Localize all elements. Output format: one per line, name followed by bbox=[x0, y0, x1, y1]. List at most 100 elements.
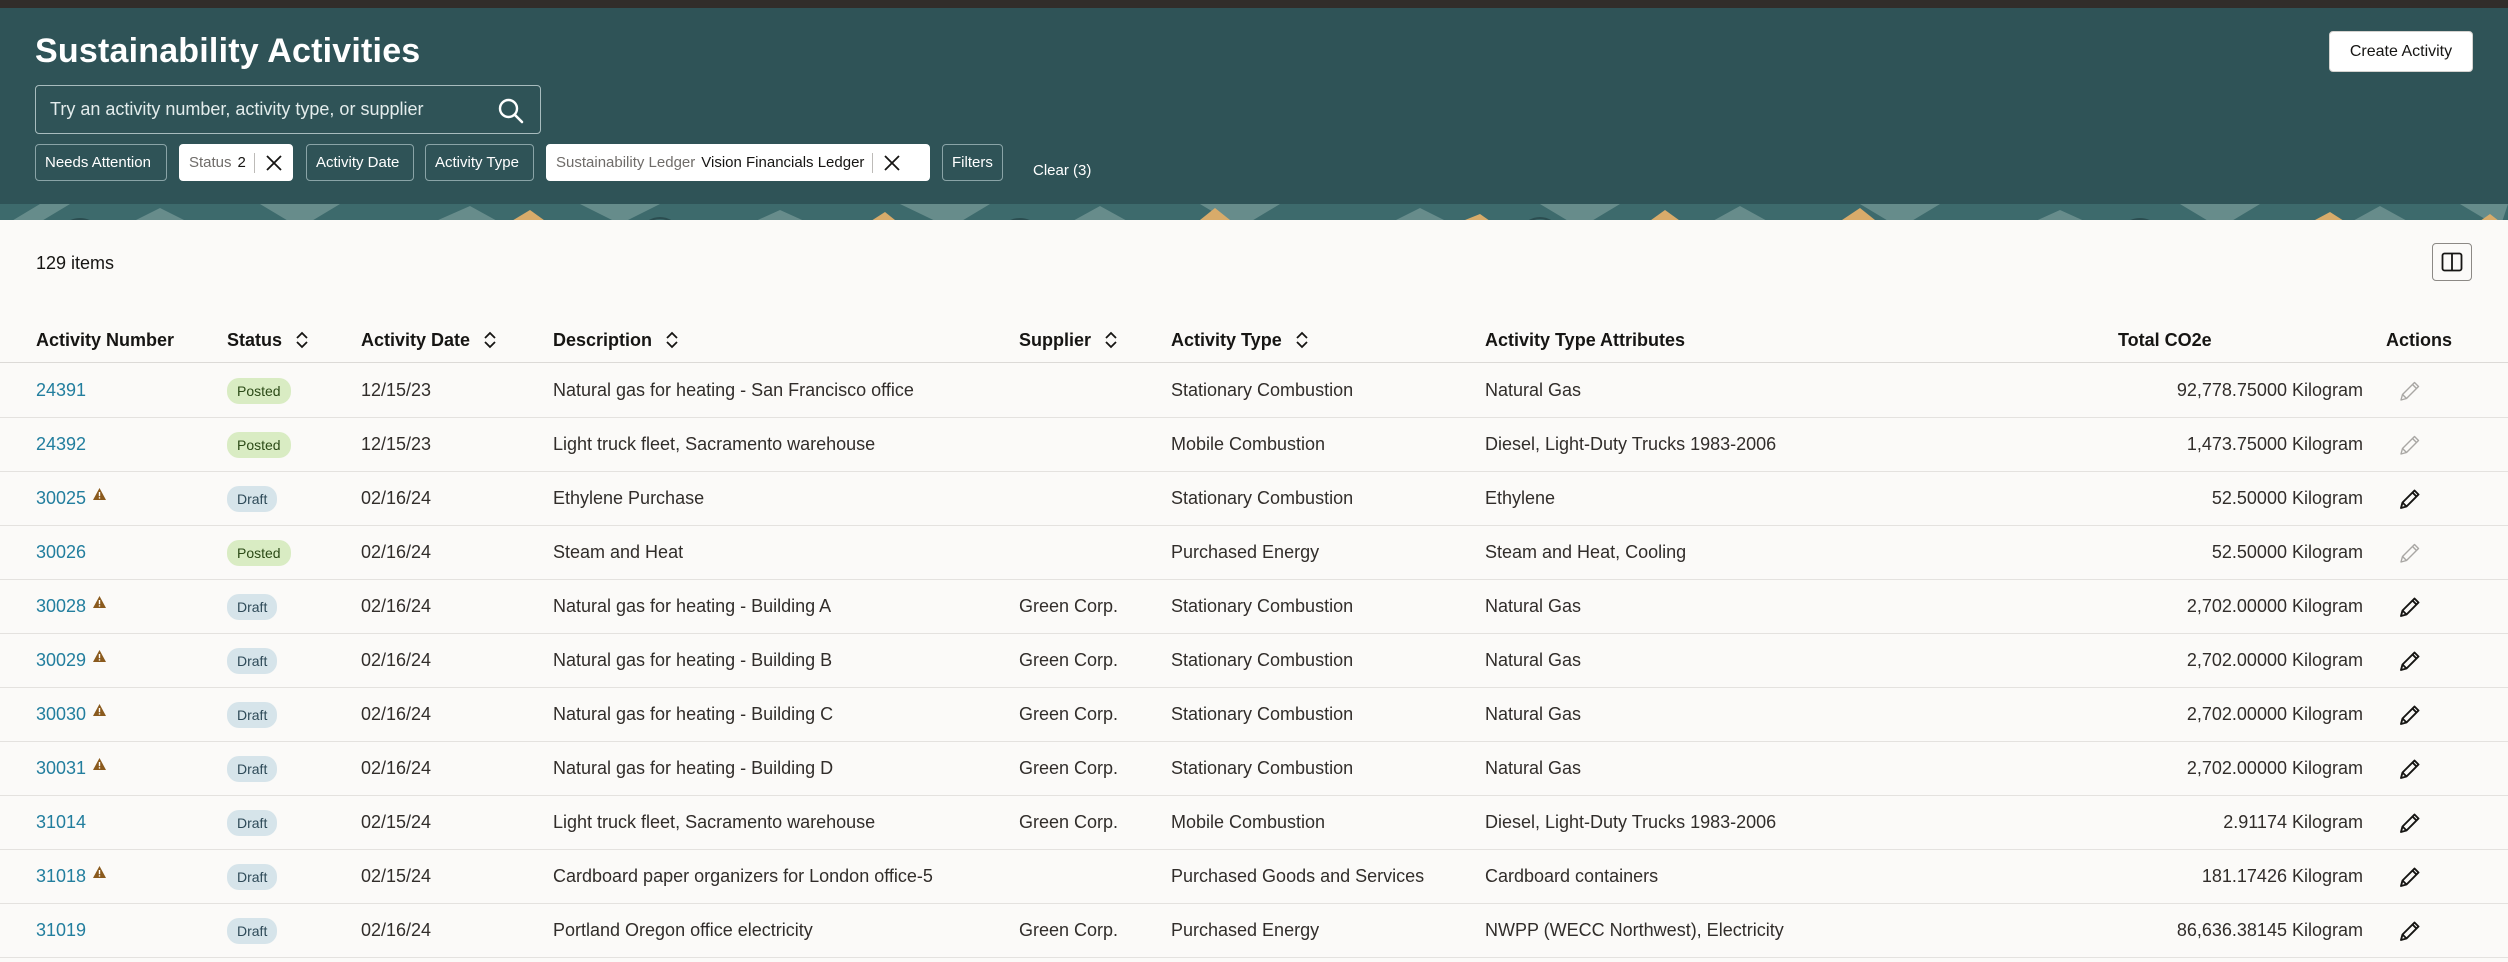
table-row[interactable]: 31014 Draft 02/15/24 Light truck fleet, Sac… bbox=[0, 796, 2508, 850]
activity-number-link[interactable]: 30029 bbox=[36, 650, 86, 671]
pencil-icon[interactable] bbox=[2397, 918, 2423, 944]
activity-type-attributes-cell: Natural Gas bbox=[1485, 380, 1582, 400]
activity-number-link[interactable]: 30026 bbox=[36, 542, 86, 563]
pencil-icon[interactable] bbox=[2397, 648, 2423, 674]
item-count: 129 items bbox=[36, 253, 115, 273]
activity-type-attributes-cell: Natural Gas bbox=[1485, 704, 1582, 724]
activity-date-cell: 02/15/24 bbox=[361, 866, 432, 886]
status-badge: Posted bbox=[227, 431, 291, 458]
search-icon[interactable] bbox=[496, 96, 526, 126]
column-header-activity-type[interactable]: Activity Type bbox=[1171, 318, 1310, 362]
description-cell: Light truck fleet, Sacramento warehouse bbox=[553, 434, 876, 454]
search-input[interactable] bbox=[50, 86, 490, 133]
description-cell: Natural gas for heating - San Francisco … bbox=[553, 380, 914, 400]
column-header-supplier[interactable]: Supplier bbox=[1019, 318, 1119, 362]
column-header-label: Activity Number bbox=[36, 329, 175, 350]
activity-number-cell: 24391 bbox=[36, 364, 86, 417]
total-co2e-cell: 2.91174 Kilogram bbox=[2223, 812, 2363, 832]
activity-date-cell: 12/15/23 bbox=[361, 380, 432, 400]
column-header-activity-number: Activity Number bbox=[36, 318, 174, 362]
table-row[interactable]: 31018 Draft 02/15/24 Cardboard paper organi… bbox=[0, 850, 2508, 904]
activity-date-filter[interactable]: Activity Date bbox=[306, 144, 414, 181]
sort-icon[interactable] bbox=[294, 331, 310, 349]
chip-divider bbox=[872, 152, 874, 173]
needs-attention-filter[interactable]: Needs Attention bbox=[35, 144, 167, 181]
activity-date-cell: 02/16/24 bbox=[361, 596, 432, 616]
pencil-icon[interactable] bbox=[2397, 540, 2423, 566]
table-row[interactable]: 30026 Posted 02/16/24 Steam and Heat Purchas… bbox=[0, 526, 2508, 580]
column-header-status[interactable]: Status bbox=[227, 318, 310, 362]
sort-icon[interactable] bbox=[664, 331, 680, 349]
activity-type-cell: Stationary Combustion bbox=[1171, 758, 1354, 778]
table-row[interactable]: 31019 Draft 02/16/24 Portland Oregon office… bbox=[0, 904, 2508, 958]
activity-date-cell: 02/15/24 bbox=[361, 812, 432, 832]
total-co2e-cell: 2,702.00000 Kilogram bbox=[2186, 650, 2363, 670]
activity-type-cell: Stationary Combustion bbox=[1171, 380, 1354, 400]
pencil-icon[interactable] bbox=[2397, 486, 2423, 512]
table-row[interactable]: 30029 Draft 02/16/24 Natural gas for heatin… bbox=[0, 634, 2508, 688]
status-cell: Draft bbox=[227, 634, 278, 687]
column-header-description[interactable]: Description bbox=[553, 318, 680, 362]
activity-number-link[interactable]: 30028 bbox=[36, 596, 86, 617]
total-co2e-cell: 181.17426 Kilogram bbox=[2201, 866, 2363, 886]
filters-button[interactable]: Filters bbox=[942, 144, 1003, 181]
needs-attention-label: Needs Attention bbox=[45, 154, 151, 171]
activity-number-link[interactable]: 31014 bbox=[36, 812, 86, 833]
activity-type-attributes-cell: Cardboard containers bbox=[1485, 866, 1659, 886]
activity-number-link[interactable]: 30025 bbox=[36, 488, 86, 509]
close-icon[interactable] bbox=[883, 154, 901, 172]
status-badge: Posted bbox=[227, 539, 291, 566]
activity-number-cell: 31019 bbox=[36, 904, 86, 957]
table-row[interactable]: 30030 Draft 02/16/24 Natural gas for heatin… bbox=[0, 688, 2508, 742]
pencil-icon[interactable] bbox=[2397, 810, 2423, 836]
column-header-label: Supplier bbox=[1019, 329, 1092, 350]
page-title: Sustainability Activities bbox=[35, 32, 421, 70]
actions-cell bbox=[2397, 418, 2423, 471]
activity-type-cell: Purchased Goods and Services bbox=[1171, 866, 1425, 886]
activity-type-attributes-cell: Diesel, Light-Duty Trucks 1983-2006 bbox=[1485, 434, 1777, 454]
activity-type-cell: Stationary Combustion bbox=[1171, 650, 1354, 670]
clear-filters-link[interactable]: Clear (3) bbox=[1033, 162, 1091, 179]
sort-icon[interactable] bbox=[1294, 331, 1310, 349]
table-row[interactable]: 30028 Draft 02/16/24 Natural gas for heatin… bbox=[0, 580, 2508, 634]
status-filter-chip[interactable]: Status 2 bbox=[179, 144, 293, 181]
total-co2e-cell: 1,473.75000 Kilogram bbox=[2186, 434, 2363, 454]
pencil-icon[interactable] bbox=[2397, 594, 2423, 620]
status-badge: Draft bbox=[227, 755, 278, 782]
pencil-icon[interactable] bbox=[2397, 756, 2423, 782]
columns-toggle-button[interactable] bbox=[2432, 243, 2472, 281]
close-icon[interactable] bbox=[265, 154, 283, 172]
activity-number-link[interactable]: 24391 bbox=[36, 380, 86, 401]
column-header-activity-date[interactable]: Activity Date bbox=[361, 318, 498, 362]
activity-type-attributes-cell: Steam and Heat, Cooling bbox=[1485, 542, 1687, 562]
pencil-icon[interactable] bbox=[2397, 432, 2423, 458]
pencil-icon[interactable] bbox=[2397, 702, 2423, 728]
activity-type-cell: Stationary Combustion bbox=[1171, 596, 1354, 616]
sort-icon[interactable] bbox=[482, 331, 498, 349]
create-activity-button[interactable]: Create Activity bbox=[2329, 31, 2473, 72]
ledger-filter-chip[interactable]: Sustainability Ledger Vision Financials … bbox=[546, 144, 930, 181]
table-row[interactable]: 24392 Posted 12/15/23 Light truck fleet, Sa… bbox=[0, 418, 2508, 472]
supplier-cell: Green Corp. bbox=[1019, 812, 1119, 832]
actions-cell bbox=[2397, 364, 2423, 417]
activity-number-link[interactable]: 31019 bbox=[36, 920, 86, 941]
pencil-icon[interactable] bbox=[2397, 864, 2423, 890]
status-cell: Draft bbox=[227, 850, 278, 903]
total-co2e-cell: 92,778.75000 Kilogram bbox=[2176, 380, 2363, 400]
filters-label: Filters bbox=[952, 154, 993, 171]
status-badge: Draft bbox=[227, 647, 278, 674]
sort-icon[interactable] bbox=[1103, 331, 1119, 349]
activity-type-attributes-cell: Diesel, Light-Duty Trucks 1983-2006 bbox=[1485, 812, 1777, 832]
activity-number-link[interactable]: 30031 bbox=[36, 758, 86, 779]
actions-cell bbox=[2397, 850, 2423, 903]
pencil-icon[interactable] bbox=[2397, 378, 2423, 404]
activity-number-link[interactable]: 24392 bbox=[36, 434, 86, 455]
activity-number-link[interactable]: 31018 bbox=[36, 866, 86, 887]
table-row[interactable]: 30025 Draft 02/16/24 Ethylene Purchase Stati… bbox=[0, 472, 2508, 526]
table-row[interactable]: 24391 Posted 12/15/23 Natural gas for heati… bbox=[0, 364, 2508, 418]
page-header: Sustainability Activities Create Activit… bbox=[0, 8, 2508, 220]
activity-type-filter[interactable]: Activity Type bbox=[425, 144, 534, 181]
table-row[interactable]: 30031 Draft 02/16/24 Natural gas for heatin… bbox=[0, 742, 2508, 796]
activity-number-cell: 31014 bbox=[36, 796, 86, 849]
activity-number-link[interactable]: 30030 bbox=[36, 704, 86, 725]
